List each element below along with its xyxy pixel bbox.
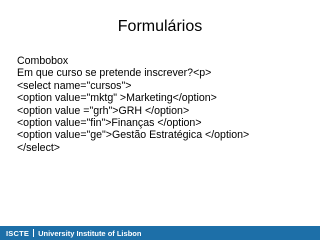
footer-divider (33, 229, 35, 237)
footer-bar: ISCTE University Institute of Lisbon (0, 226, 320, 240)
content-line: <option value="fin">Finanças </option> (17, 117, 202, 130)
content-line: <option value="mktg" >Marketing</option> (17, 92, 217, 105)
institution-name: University Institute of Lisbon (38, 228, 142, 238)
slide-content: Combobox Em que curso se pretende inscre… (17, 55, 313, 154)
content-line: Em que curso se pretende inscrever?<p> (17, 67, 212, 80)
content-line: <option value="ge">Gestão Estratégica </… (17, 129, 250, 142)
content-line: <select name="cursos"> (17, 79, 132, 92)
content-line: <option value ="grh">GRH </option> (17, 104, 190, 117)
iscte-logo: ISCTE (6, 228, 30, 238)
content-line: Combobox (17, 55, 69, 67)
slide-title: Formulários (117, 18, 203, 35)
content-line: </select> (17, 141, 60, 154)
